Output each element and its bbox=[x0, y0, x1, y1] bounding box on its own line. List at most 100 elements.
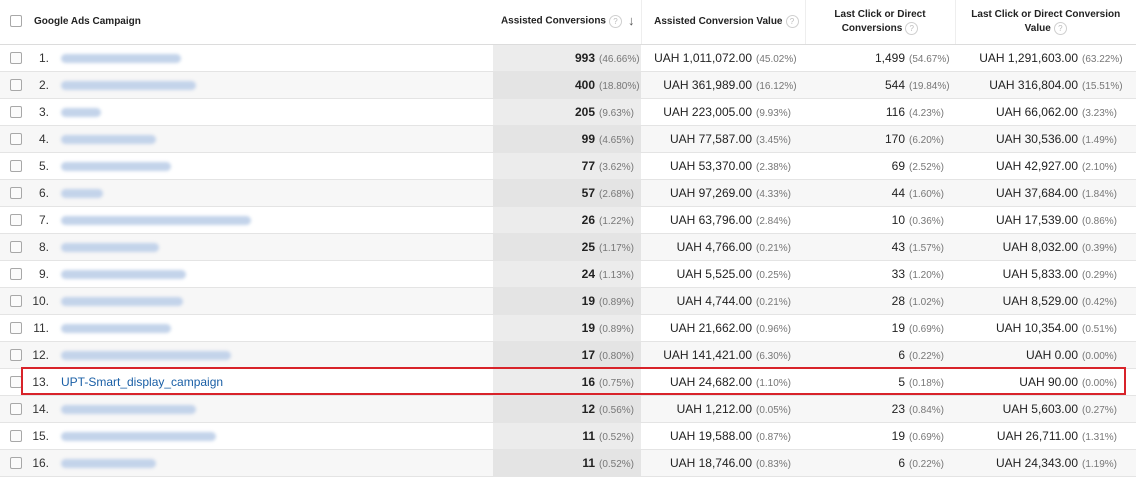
campaign-column-header[interactable]: Google Ads Campaign bbox=[28, 0, 493, 45]
assisted-conversion-value-cell: UAH 4,766.00 (0.21%) bbox=[641, 233, 805, 261]
table-row[interactable]: 16. 11 (0.52%) UAH 18,746.00 (0.83%) 6 (0.22%)… bbox=[0, 449, 1136, 477]
redacted-campaign-name bbox=[61, 242, 159, 252]
assisted-conversions-value: 26 bbox=[581, 212, 595, 227]
table-row[interactable]: 7. 26 (1.22%) UAH 63,796.00 (2.84%) 10 (0.36%)… bbox=[0, 206, 1136, 234]
assisted-conversions-percent: (2.68%) bbox=[599, 188, 635, 200]
table-row[interactable]: 13. UPT-Smart_display_campaign 16 (0.75%) UA… bbox=[0, 368, 1136, 396]
assisted-conversions-value: 400 bbox=[574, 77, 595, 92]
last-click-value-cell: UAH 0.00 (0.00%) bbox=[955, 341, 1136, 369]
table-row[interactable]: 11. 19 (0.89%) UAH 21,662.00 (0.96%) 19 (0.69%… bbox=[0, 314, 1136, 342]
table-row[interactable]: 4. 99 (4.65%) UAH 77,587.00 (3.45%) 170 (6.20%… bbox=[0, 125, 1136, 153]
last-click-value: UAH 30,536.00 bbox=[995, 131, 1078, 146]
assisted-conversion-value-cell: UAH 141,421.00 (6.30%) bbox=[641, 341, 805, 369]
assisted-conversion-value: UAH 223,005.00 bbox=[663, 104, 752, 119]
assisted-conversions-percent: (1.13%) bbox=[599, 269, 635, 281]
last-click-value-cell: UAH 8,032.00 (0.39%) bbox=[955, 233, 1136, 261]
last-click-value-percent: (0.42%) bbox=[1082, 296, 1118, 308]
table-row[interactable]: 3. 205 (9.63%) UAH 223,005.00 (9.93%) 116 (4.2… bbox=[0, 98, 1136, 126]
sort-descending-icon[interactable]: ↓ bbox=[628, 14, 635, 28]
redacted-campaign-name bbox=[61, 404, 196, 414]
assisted-conversion-value-percent: (0.96%) bbox=[756, 323, 792, 335]
last-click-value-header[interactable]: Last Click or Direct Conversion Value? bbox=[954, 0, 1136, 45]
assisted-conversion-value-percent: (0.83%) bbox=[756, 458, 792, 470]
row-checkbox[interactable] bbox=[10, 214, 22, 227]
last-click-value: UAH 10,354.00 bbox=[995, 320, 1078, 335]
select-all-cell bbox=[0, 0, 28, 45]
assisted-conversions-cell: 57 (2.68%) bbox=[493, 179, 641, 207]
select-all-checkbox[interactable] bbox=[10, 15, 22, 28]
help-icon[interactable]: ? bbox=[1053, 21, 1067, 35]
table-row[interactable]: 9. 24 (1.13%) UAH 5,525.00 (0.25%) 33 (1.20%) U… bbox=[0, 260, 1136, 288]
row-checkbox[interactable] bbox=[10, 430, 22, 443]
table-row[interactable]: 1. 993 (46.66%) UAH 1,011,072.00 (45.02%) 1,4… bbox=[0, 44, 1136, 72]
table-row[interactable]: 8. 25 (1.17%) UAH 4,766.00 (0.21%) 43 (1.57%) U… bbox=[0, 233, 1136, 261]
row-checkbox[interactable] bbox=[10, 52, 22, 65]
last-click-conversions-value: 19 bbox=[891, 320, 905, 335]
assisted-conversions-value: 19 bbox=[581, 320, 595, 335]
assisted-conversions-header[interactable]: Assisted Conversions? ↓ bbox=[493, 0, 641, 45]
table-row[interactable]: 10. 19 (0.89%) UAH 4,744.00 (0.21%) 28 (1.02%)… bbox=[0, 287, 1136, 315]
assisted-conversions-value: 25 bbox=[581, 239, 595, 254]
assisted-conversions-cell: 11 (0.52%) bbox=[493, 449, 641, 477]
last-click-conversions-cell: 44 (1.60%) bbox=[805, 179, 955, 207]
assisted-conversions-cell: 17 (0.80%) bbox=[493, 341, 641, 369]
row-select-cell bbox=[0, 233, 28, 261]
row-checkbox[interactable] bbox=[10, 349, 22, 362]
row-checkbox[interactable] bbox=[10, 133, 22, 146]
row-checkbox[interactable] bbox=[10, 160, 22, 173]
last-click-conversions-value: 19 bbox=[891, 428, 905, 443]
row-checkbox[interactable] bbox=[10, 268, 22, 281]
assisted-conversions-percent: (0.52%) bbox=[599, 458, 635, 470]
last-click-value-cell: UAH 24,343.00 (1.19%) bbox=[955, 449, 1136, 477]
row-checkbox[interactable] bbox=[10, 403, 22, 416]
last-click-value-label-line2: Value bbox=[1024, 22, 1051, 34]
last-click-value-cell: UAH 17,539.00 (0.86%) bbox=[955, 206, 1136, 234]
last-click-value-cell: UAH 1,291,603.00 (63.22%) bbox=[955, 44, 1136, 72]
table-row[interactable]: 2. 400 (18.80%) UAH 361,989.00 (16.12%) 544 (1… bbox=[0, 71, 1136, 99]
table-row[interactable]: 5. 77 (3.62%) UAH 53,370.00 (2.38%) 69 (2.52%)… bbox=[0, 152, 1136, 180]
assisted-conversions-percent: (0.80%) bbox=[599, 350, 635, 362]
last-click-conversions-value: 116 bbox=[885, 104, 905, 119]
table-row[interactable]: 15. 11 (0.52%) UAH 19,588.00 (0.87%) 19 (0.69%… bbox=[0, 422, 1136, 450]
table-row[interactable]: 6. 57 (2.68%) UAH 97,269.00 (4.33%) 44 (1.60%)… bbox=[0, 179, 1136, 207]
last-click-conversions-cell: 23 (0.84%) bbox=[805, 395, 955, 423]
last-click-value-percent: (0.29%) bbox=[1082, 269, 1118, 281]
last-click-value-percent: (3.23%) bbox=[1082, 107, 1118, 119]
redacted-campaign-name bbox=[61, 188, 103, 198]
assisted-conversion-value-percent: (0.21%) bbox=[756, 242, 792, 254]
row-checkbox[interactable] bbox=[10, 79, 22, 92]
last-click-conversions-value: 69 bbox=[891, 158, 905, 173]
table-row[interactable]: 14. 12 (0.56%) UAH 1,212.00 (0.05%) 23 (0.84%)… bbox=[0, 395, 1136, 423]
row-checkbox[interactable] bbox=[10, 457, 22, 470]
assisted-conversions-cell: 25 (1.17%) bbox=[493, 233, 641, 261]
last-click-conversions-cell: 170 (6.20%) bbox=[805, 125, 955, 153]
last-click-value: UAH 0.00 bbox=[1025, 347, 1078, 362]
assisted-conversions-percent: (4.65%) bbox=[599, 134, 635, 146]
campaign-link[interactable]: UPT-Smart_display_campaign bbox=[61, 375, 223, 389]
assisted-conversion-value: UAH 63,796.00 bbox=[669, 212, 752, 227]
last-click-conversions-cell: 10 (0.36%) bbox=[805, 206, 955, 234]
table-row[interactable]: 12. 17 (0.80%) UAH 141,421.00 (6.30%) 6 (0.22%… bbox=[0, 341, 1136, 369]
row-checkbox[interactable] bbox=[10, 295, 22, 308]
help-icon[interactable]: ? bbox=[905, 21, 919, 35]
row-checkbox[interactable] bbox=[10, 241, 22, 254]
help-icon[interactable]: ? bbox=[785, 14, 799, 28]
assisted-conversion-value: UAH 19,588.00 bbox=[669, 428, 752, 443]
last-click-value-percent: (0.86%) bbox=[1082, 215, 1118, 227]
last-click-conversions-value: 44 bbox=[891, 185, 905, 200]
last-click-conversions-percent: (1.60%) bbox=[909, 188, 945, 200]
row-checkbox[interactable] bbox=[10, 376, 22, 389]
help-icon[interactable]: ? bbox=[609, 14, 622, 28]
assisted-conversion-value-percent: (2.84%) bbox=[756, 215, 792, 227]
last-click-value: UAH 5,833.00 bbox=[1002, 266, 1078, 281]
assisted-conversion-value-percent: (0.87%) bbox=[756, 431, 792, 443]
row-checkbox[interactable] bbox=[10, 322, 22, 335]
last-click-conversions-label: Last Click or Direct bbox=[834, 8, 926, 20]
row-checkbox[interactable] bbox=[10, 187, 22, 200]
last-click-value: UAH 66,062.00 bbox=[995, 104, 1078, 119]
row-checkbox[interactable] bbox=[10, 106, 22, 119]
assisted-conversion-value: UAH 1,011,072.00 bbox=[654, 50, 752, 65]
last-click-value-percent: (1.84%) bbox=[1082, 188, 1118, 200]
assisted-conversion-value-header[interactable]: Assisted Conversion Value? bbox=[640, 0, 805, 45]
last-click-conversions-header[interactable]: Last Click or Direct Conversions? bbox=[804, 0, 955, 45]
